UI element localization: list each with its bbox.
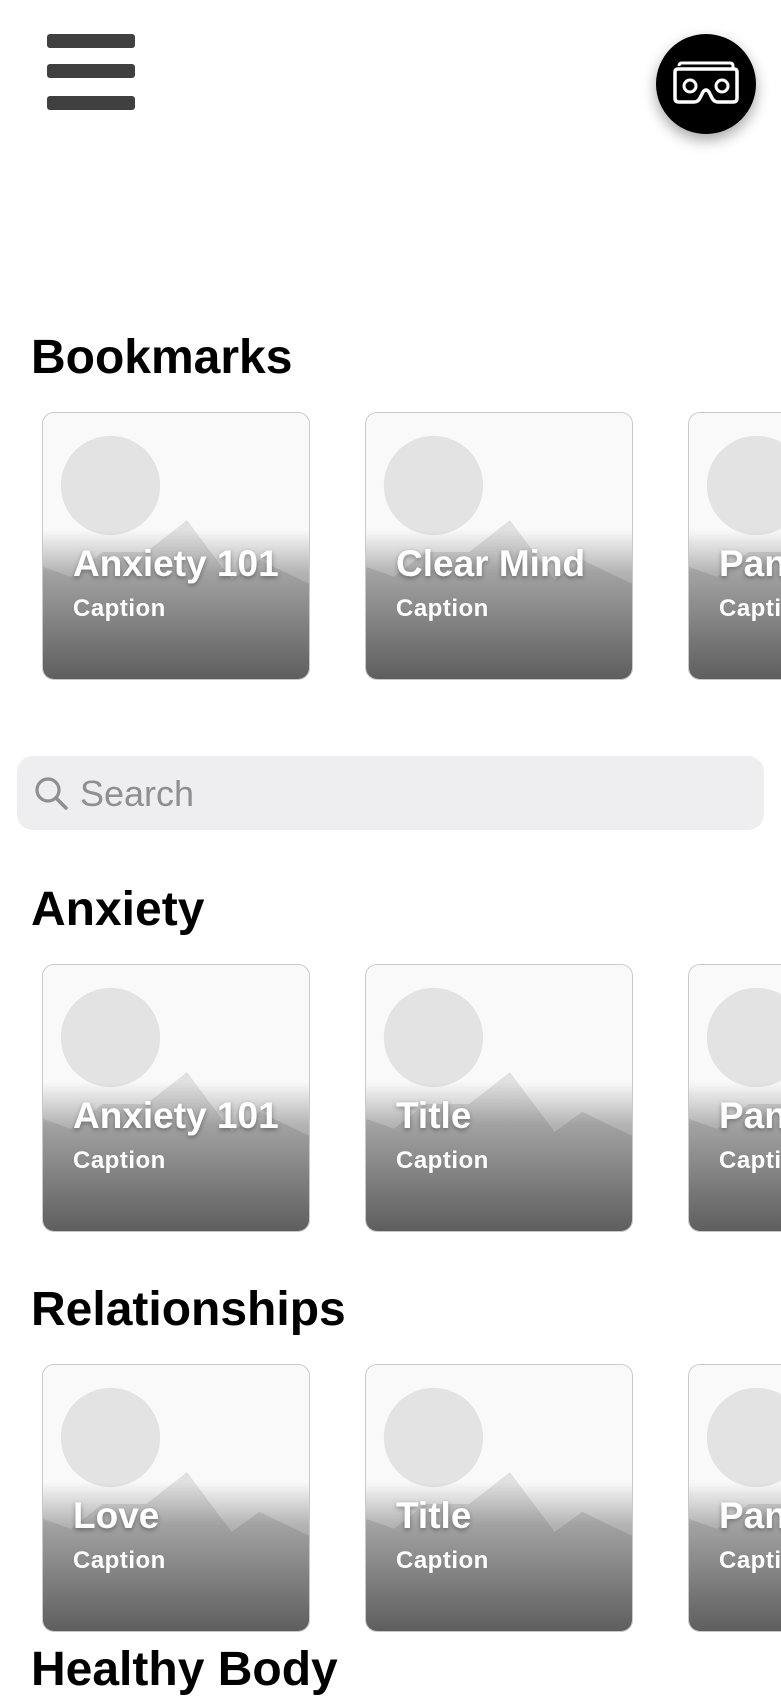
- card-anxiety-3[interactable]: Panic Attack Caption: [688, 964, 781, 1232]
- vr-headset-icon: [673, 61, 739, 104]
- search-bar[interactable]: Search: [17, 756, 764, 830]
- card-title: Anxiety 101: [73, 1095, 279, 1136]
- section-title-anxiety: Anxiety: [31, 883, 205, 936]
- card-title: Clear Mind: [396, 543, 586, 584]
- card-caption: Caption: [73, 1547, 166, 1574]
- card-caption: Caption: [719, 1547, 781, 1574]
- card-title: Panic Attack: [719, 543, 781, 584]
- relationships-carousel[interactable]: Love Caption Title Caption Panic Attack …: [0, 1364, 781, 1634]
- vr-mode-button[interactable]: [656, 34, 756, 134]
- card-title: Panic Attack: [719, 1095, 781, 1136]
- card-title: Love: [73, 1495, 160, 1536]
- card-anxiety-1[interactable]: Anxiety 101 Caption: [42, 964, 310, 1232]
- card-anxiety-2[interactable]: Title Caption: [365, 964, 633, 1232]
- card-title: Panic Attack: [719, 1495, 781, 1536]
- card-caption: Caption: [719, 595, 781, 622]
- card-title: Title: [396, 1095, 472, 1136]
- card-bookmarks-2[interactable]: Clear Mind Caption: [365, 412, 633, 680]
- card-relationships-1[interactable]: Love Caption: [42, 1364, 310, 1632]
- section-title-bookmarks: Bookmarks: [31, 331, 293, 384]
- bookmarks-carousel[interactable]: Anxiety 101 Caption Clear Mind Caption P…: [0, 412, 781, 682]
- card-caption: Caption: [719, 1147, 781, 1174]
- card-caption: Caption: [396, 595, 489, 622]
- hamburger-menu-icon: [47, 34, 135, 112]
- search-placeholder[interactable]: Search: [80, 774, 194, 814]
- anxiety-carousel[interactable]: Anxiety 101 Caption Title Caption Panic …: [0, 964, 781, 1234]
- card-caption: Caption: [73, 1147, 166, 1174]
- card-relationships-2[interactable]: Title Caption: [365, 1364, 633, 1632]
- card-title: Anxiety 101: [73, 543, 279, 584]
- card-title: Title: [396, 1495, 472, 1536]
- card-caption: Caption: [396, 1547, 489, 1574]
- card-relationships-3[interactable]: Panic Attack Caption: [688, 1364, 781, 1632]
- card-caption: Caption: [73, 595, 166, 622]
- card-bookmarks-1[interactable]: Anxiety 101 Caption: [42, 412, 310, 680]
- card-bookmarks-3[interactable]: Panic Attack Caption: [688, 412, 781, 680]
- card-caption: Caption: [396, 1147, 489, 1174]
- menu-button[interactable]: [47, 34, 135, 112]
- search-icon: [35, 777, 68, 810]
- section-title-relationships: Relationships: [31, 1283, 346, 1336]
- section-title-healthy-body: Healthy Body: [31, 1643, 338, 1696]
